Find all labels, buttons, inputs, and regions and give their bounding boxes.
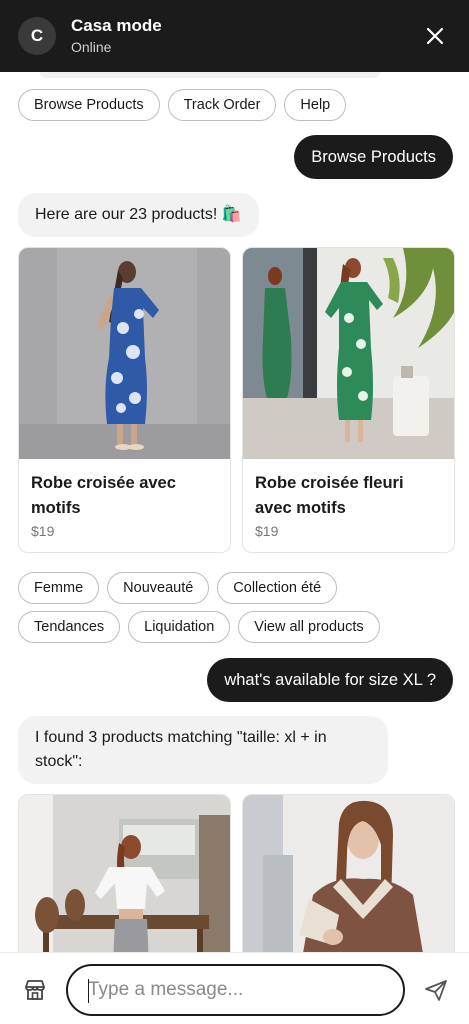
chat-header: C Casa mode Online: [0, 0, 469, 72]
product-card[interactable]: [18, 794, 231, 952]
chip-nouveaute[interactable]: Nouveauté: [107, 572, 210, 604]
user-message: Browse Products: [294, 135, 453, 179]
close-button[interactable]: [423, 24, 447, 48]
product-image: [19, 248, 230, 459]
bot-message: Here are our 23 products! 🛍️: [18, 193, 259, 237]
product-image: [243, 248, 454, 459]
user-message: what's available for size XL ?: [207, 658, 453, 702]
category-chips-row-1: Femme Nouveauté Collection été: [18, 572, 338, 604]
message-composer: [0, 952, 469, 1024]
store-button[interactable]: [22, 977, 48, 1003]
chip-view-all-products[interactable]: View all products: [238, 611, 380, 643]
product-title: Robe croisée avec motifs: [31, 474, 176, 517]
product-card[interactable]: [242, 794, 455, 952]
chip-collection-ete[interactable]: Collection été: [217, 572, 338, 604]
quick-reply-track-order[interactable]: Track Order: [167, 89, 277, 121]
quick-reply-browse-products[interactable]: Browse Products: [18, 89, 160, 121]
message-input[interactable]: [88, 979, 403, 1001]
product-title: Robe croisée fleuri avec motifs: [255, 474, 404, 517]
chip-femme[interactable]: Femme: [18, 572, 100, 604]
product-photo-green-dress: [243, 248, 454, 459]
header-text: Casa mode Online: [71, 16, 162, 57]
message-list[interactable]: Browse Products Track Order Help Browse …: [0, 72, 469, 952]
product-price: $19: [255, 523, 279, 539]
product-photo-brown-jacket: [243, 795, 454, 952]
product-photo-white-shirt: [19, 795, 230, 952]
product-image: [243, 795, 454, 952]
chip-liquidation[interactable]: Liquidation: [128, 611, 231, 643]
product-photo-blue-dress: [19, 248, 230, 459]
text-caret: [88, 979, 89, 1003]
product-image: [19, 795, 230, 952]
message-input-wrapper[interactable]: [66, 964, 405, 1016]
category-chips-row-2: Tendances Liquidation View all products: [18, 611, 380, 643]
close-icon: [426, 27, 444, 45]
avatar: C: [18, 17, 56, 55]
product-card[interactable]: Robe croisée avec motifs $19: [18, 247, 231, 553]
send-button[interactable]: [423, 978, 449, 1002]
product-price: $19: [31, 523, 55, 539]
previous-message-edge: [40, 72, 380, 78]
quick-reply-help[interactable]: Help: [284, 89, 347, 121]
store-icon: [25, 980, 45, 1000]
product-card[interactable]: Robe croisée fleuri avec motifs $19: [242, 247, 455, 553]
send-icon: [425, 980, 447, 1001]
quick-replies: Browse Products Track Order Help: [18, 89, 347, 121]
chip-tendances[interactable]: Tendances: [18, 611, 121, 643]
chat-status: Online: [71, 38, 112, 55]
bot-message: I found 3 products matching "taille: xl …: [18, 716, 388, 784]
chat-title: Casa mode: [71, 15, 162, 35]
